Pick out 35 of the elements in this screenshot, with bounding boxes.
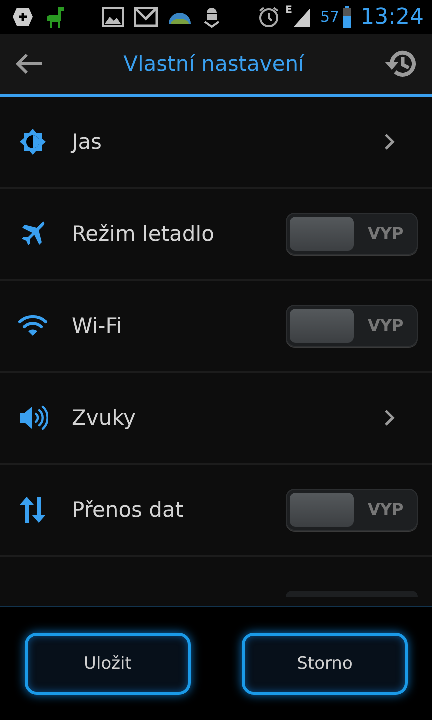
toggle-state-label: VYP xyxy=(368,499,404,521)
toggle-switch[interactable]: VYP xyxy=(286,305,418,347)
data-transfer-icon xyxy=(19,495,47,525)
setting-label: Zvuky xyxy=(72,406,137,430)
setting-row[interactable]: Zvuky xyxy=(0,373,432,465)
setting-row[interactable]: Jas xyxy=(0,97,432,189)
back-arrow-icon[interactable] xyxy=(14,53,44,75)
setting-label: Wi-Fi xyxy=(72,314,124,338)
alarm-icon xyxy=(258,6,280,28)
chevron-right-icon xyxy=(384,409,396,427)
save-button[interactable]: Uložit xyxy=(25,632,191,694)
toggle-switch[interactable]: VYP xyxy=(286,489,418,531)
setting-row[interactable]: Přenos dat VYP xyxy=(0,465,432,557)
setting-label: Režim letadlo xyxy=(72,222,216,246)
screen-title: Vlastní nastavení xyxy=(122,52,306,76)
setting-row[interactable]: Režim letadlo VYP xyxy=(0,189,432,281)
cancel-button[interactable]: Storno xyxy=(242,632,408,694)
clock: 13:24 xyxy=(360,4,424,30)
network-type: E xyxy=(286,6,292,16)
toggle-state-label: VYP xyxy=(368,315,404,337)
toggle-state-label: VYP xyxy=(368,223,404,245)
wifi-icon xyxy=(18,314,48,338)
image-icon xyxy=(102,7,124,27)
toggle-switch[interactable]: VYP xyxy=(286,213,418,255)
speaker-icon xyxy=(18,403,48,433)
mail-icon xyxy=(134,7,158,27)
setting-label: Jas xyxy=(72,130,104,154)
brightness-icon xyxy=(19,128,47,156)
llama-icon xyxy=(44,5,66,29)
battery-percent: 57 xyxy=(320,8,340,26)
add-icon xyxy=(12,7,34,27)
setting-label: Přenos dat xyxy=(72,498,185,522)
setting-row[interactable]: Wi-Fi VYP xyxy=(0,281,432,373)
chevron-right-icon xyxy=(384,133,396,151)
battery-icon xyxy=(342,6,351,28)
